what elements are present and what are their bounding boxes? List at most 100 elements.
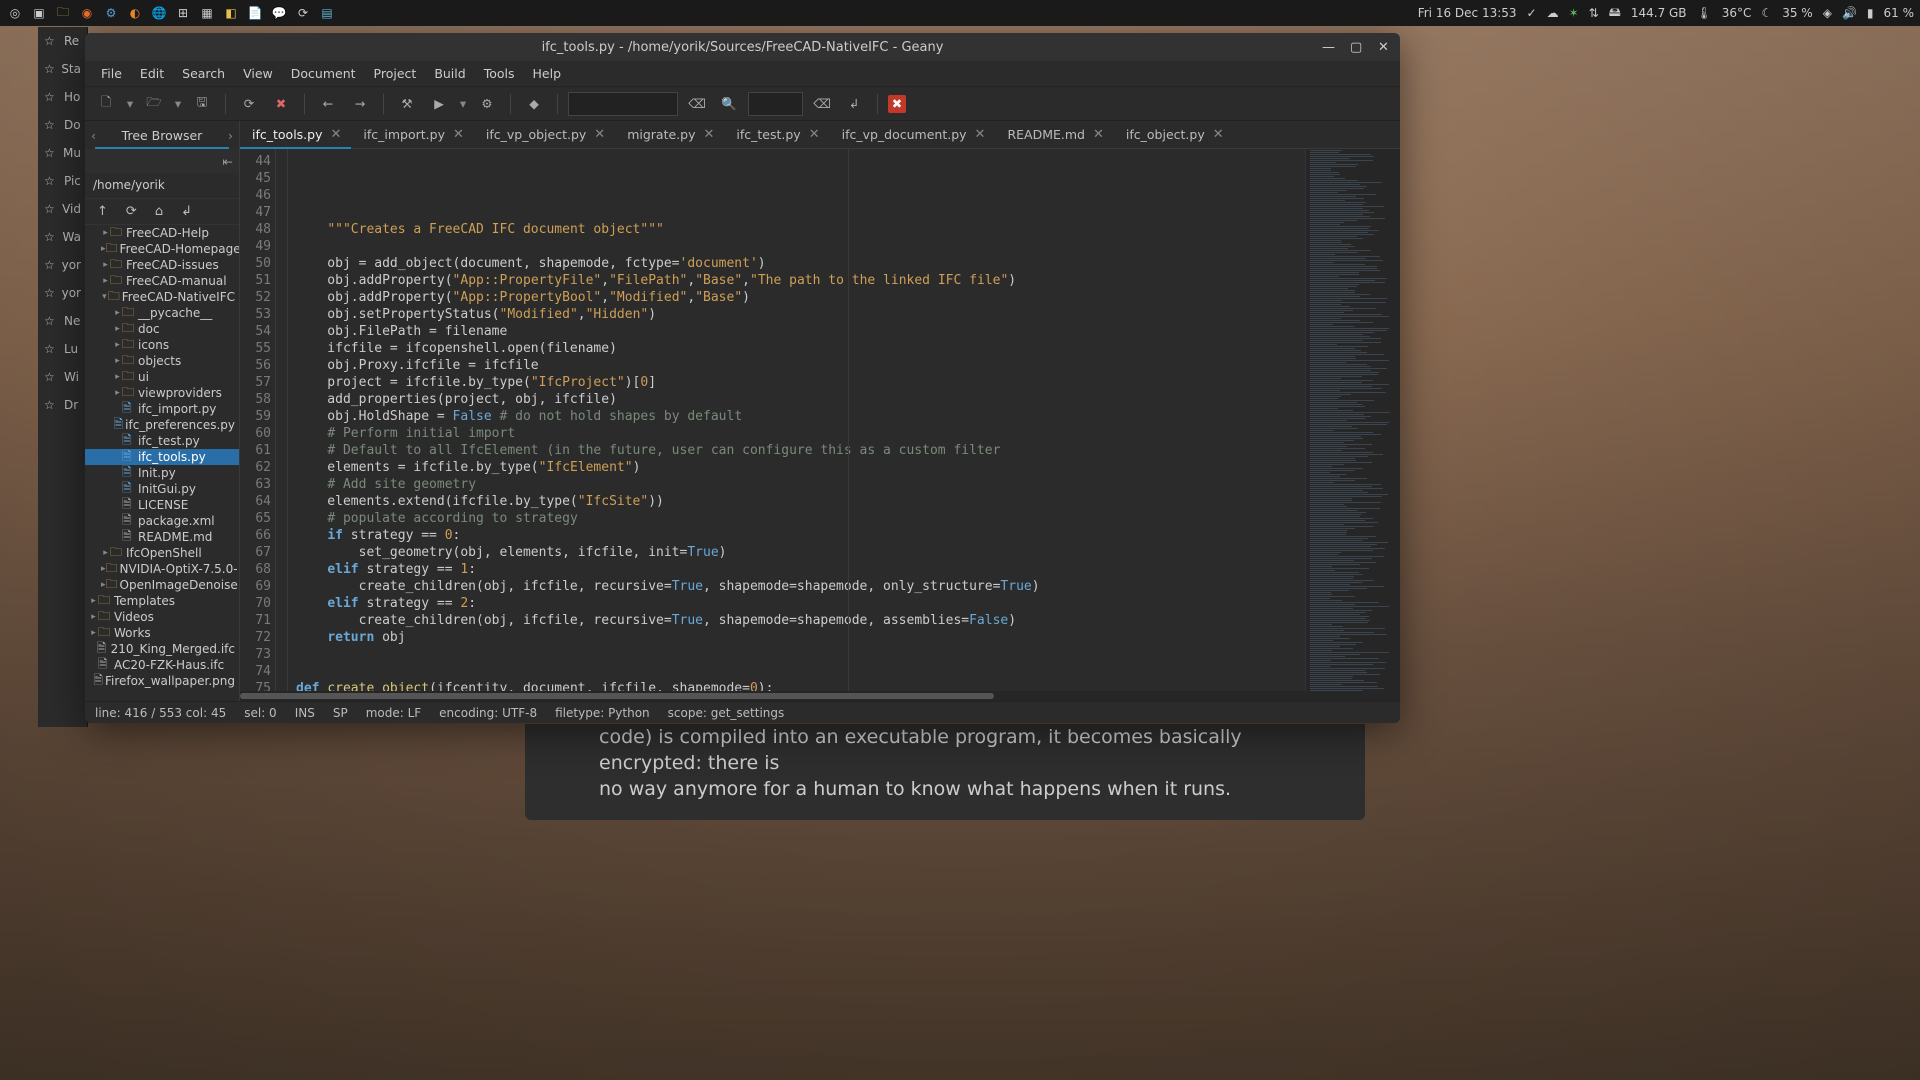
tree-item[interactable]: 🗎ifc_preferences.py: [85, 417, 239, 433]
gear-icon[interactable]: ⚙: [102, 4, 120, 22]
editor-tab[interactable]: ifc_test.py✕: [724, 122, 829, 148]
bg-sidebar-item[interactable]: ☆Wi: [38, 363, 87, 391]
bg-sidebar-item[interactable]: ☆Vid: [38, 195, 87, 223]
tree-item[interactable]: 🗎package.xml: [85, 513, 239, 529]
run-dropdown[interactable]: ▾: [458, 91, 468, 117]
cloud-icon[interactable]: ☁: [1547, 6, 1559, 20]
tree-refresh-button[interactable]: ⟳: [126, 204, 137, 219]
bg-sidebar-item[interactable]: ☆yor: [38, 279, 87, 307]
bg-sidebar-item[interactable]: ☆Do: [38, 111, 87, 139]
close-tab-icon[interactable]: ✕: [1213, 127, 1224, 142]
bg-sidebar-item[interactable]: ☆Ne: [38, 307, 87, 335]
tree-item[interactable]: 🗎AC20-FZK-Haus.ifc: [85, 657, 239, 673]
menu-tools[interactable]: Tools: [476, 63, 523, 84]
horizontal-scrollbar[interactable]: [240, 691, 1400, 701]
quit-button[interactable]: ✖: [888, 95, 906, 113]
tree-item[interactable]: 🗎LICENSE: [85, 497, 239, 513]
bg-sidebar-item[interactable]: ☆yor: [38, 251, 87, 279]
panel-datetime[interactable]: Fri 16 Dec 13:53: [1418, 6, 1517, 20]
terminal-icon[interactable]: ▣: [30, 4, 48, 22]
tree-tab[interactable]: ‹ Tree Browser ›: [85, 121, 239, 149]
nav-back-button[interactable]: ←: [315, 91, 341, 117]
tree-item[interactable]: ▸🗀FreeCAD-Homepage: [85, 241, 239, 257]
tree-item[interactable]: ▸🗀doc: [85, 321, 239, 337]
tree-item[interactable]: 🗎ifc_import.py: [85, 401, 239, 417]
save-all-button[interactable]: 🖫: [189, 91, 215, 117]
reload-button[interactable]: ⟳: [236, 91, 262, 117]
tree-tab-next[interactable]: ›: [228, 128, 233, 143]
tree-list[interactable]: ▸🗀FreeCAD-Help▸🗀FreeCAD-Homepage▸🗀FreeCA…: [85, 225, 239, 701]
wifi-icon[interactable]: ◈: [1823, 6, 1832, 20]
color-button[interactable]: ◆: [521, 91, 547, 117]
refresh-icon[interactable]: ⟳: [294, 4, 312, 22]
menu-project[interactable]: Project: [366, 63, 425, 84]
editor-tab[interactable]: ifc_tools.py✕: [240, 122, 351, 148]
bg-sidebar-item[interactable]: ☆Mu: [38, 139, 87, 167]
editor-tab[interactable]: migrate.py✕: [615, 122, 724, 148]
tree-item[interactable]: 🗎ifc_tools.py: [85, 449, 239, 465]
notes-icon[interactable]: 📄: [246, 4, 264, 22]
fold-gutter[interactable]: [276, 149, 288, 691]
bg-sidebar-item[interactable]: ☆Re: [38, 27, 87, 55]
tree-item[interactable]: 🗎Init.py: [85, 465, 239, 481]
tree-item[interactable]: 🗎InitGui.py: [85, 481, 239, 497]
open-dropdown[interactable]: ▾: [173, 91, 183, 117]
editor-tab[interactable]: ifc_import.py✕: [351, 122, 473, 148]
battery-icon[interactable]: ▮: [1867, 6, 1874, 20]
close-tab-icon[interactable]: ✕: [594, 127, 605, 142]
freecad-icon[interactable]: ⊞: [174, 4, 192, 22]
editor-tab[interactable]: ifc_vp_object.py✕: [474, 122, 615, 148]
debian-icon[interactable]: ◎: [6, 4, 24, 22]
bg-sidebar-item[interactable]: ☆Pic: [38, 167, 87, 195]
run-button[interactable]: ▶: [426, 91, 452, 117]
close-tab-icon[interactable]: ✕: [975, 127, 986, 142]
tree-item[interactable]: 🗎ifc_test.py: [85, 433, 239, 449]
close-tab-icon[interactable]: ✕: [453, 127, 464, 142]
clear-search-icon[interactable]: ⌫: [684, 91, 710, 117]
tree-item[interactable]: ▸🗀icons: [85, 337, 239, 353]
bg-sidebar-item[interactable]: ☆Ho: [38, 83, 87, 111]
close-tab-icon[interactable]: ✕: [703, 127, 714, 142]
tree-item[interactable]: 🗎README.md: [85, 529, 239, 545]
close-tab-icon[interactable]: ✕: [1093, 127, 1104, 142]
menu-view[interactable]: View: [235, 63, 281, 84]
chat-icon[interactable]: 💬: [270, 4, 288, 22]
tree-item[interactable]: ▸🗀FreeCAD-issues: [85, 257, 239, 273]
menu-edit[interactable]: Edit: [132, 63, 172, 84]
tree-tab-prev[interactable]: ‹: [91, 128, 96, 143]
nav-fwd-button[interactable]: →: [347, 91, 373, 117]
tree-up-button[interactable]: ↑: [97, 204, 108, 219]
bg-sidebar-item[interactable]: ☆Lu: [38, 335, 87, 363]
new-dropdown[interactable]: ▾: [125, 91, 135, 117]
gear-button[interactable]: ⚙: [474, 91, 500, 117]
updown-icon[interactable]: ⇅: [1589, 6, 1599, 20]
search-icon[interactable]: 🔍: [716, 91, 742, 117]
tree-item[interactable]: ▸🗀objects: [85, 353, 239, 369]
new-file-button[interactable]: 🗋: [93, 91, 119, 117]
volume-icon[interactable]: 🔊: [1842, 6, 1857, 20]
menu-file[interactable]: File: [93, 63, 130, 84]
sync-icon[interactable]: ✶: [1569, 6, 1579, 20]
app-icon[interactable]: ▦: [198, 4, 216, 22]
tree-collapse-button[interactable]: ⇤: [85, 149, 239, 173]
menu-search[interactable]: Search: [174, 63, 233, 84]
close-tab-icon[interactable]: ✕: [330, 127, 341, 142]
firefox-icon[interactable]: ◉: [78, 4, 96, 22]
tree-home-button[interactable]: ⌂: [155, 204, 163, 219]
titlebar[interactable]: ifc_tools.py - /home/yorik/Sources/FreeC…: [85, 33, 1400, 61]
bg-sidebar-item[interactable]: ☆Sta: [38, 55, 87, 83]
globe-icon[interactable]: 🌐: [150, 4, 168, 22]
maximize-button[interactable]: ▢: [1350, 40, 1364, 54]
minimap[interactable]: [1305, 149, 1400, 691]
goto-button[interactable]: ↲: [841, 91, 867, 117]
tree-set-button[interactable]: ↲: [181, 204, 192, 219]
window-icon[interactable]: ▤: [318, 4, 336, 22]
editor-tab[interactable]: ifc_object.py✕: [1114, 122, 1234, 148]
minimize-button[interactable]: —: [1322, 40, 1336, 54]
check-icon[interactable]: ✓: [1527, 6, 1537, 20]
tree-item[interactable]: ▸🗀viewproviders: [85, 385, 239, 401]
tree-item[interactable]: 🗎Firefox_wallpaper.png: [85, 673, 239, 689]
blender-icon[interactable]: ◐: [126, 4, 144, 22]
close-tab-icon[interactable]: ✕: [809, 127, 820, 142]
goto-input[interactable]: [748, 92, 803, 116]
